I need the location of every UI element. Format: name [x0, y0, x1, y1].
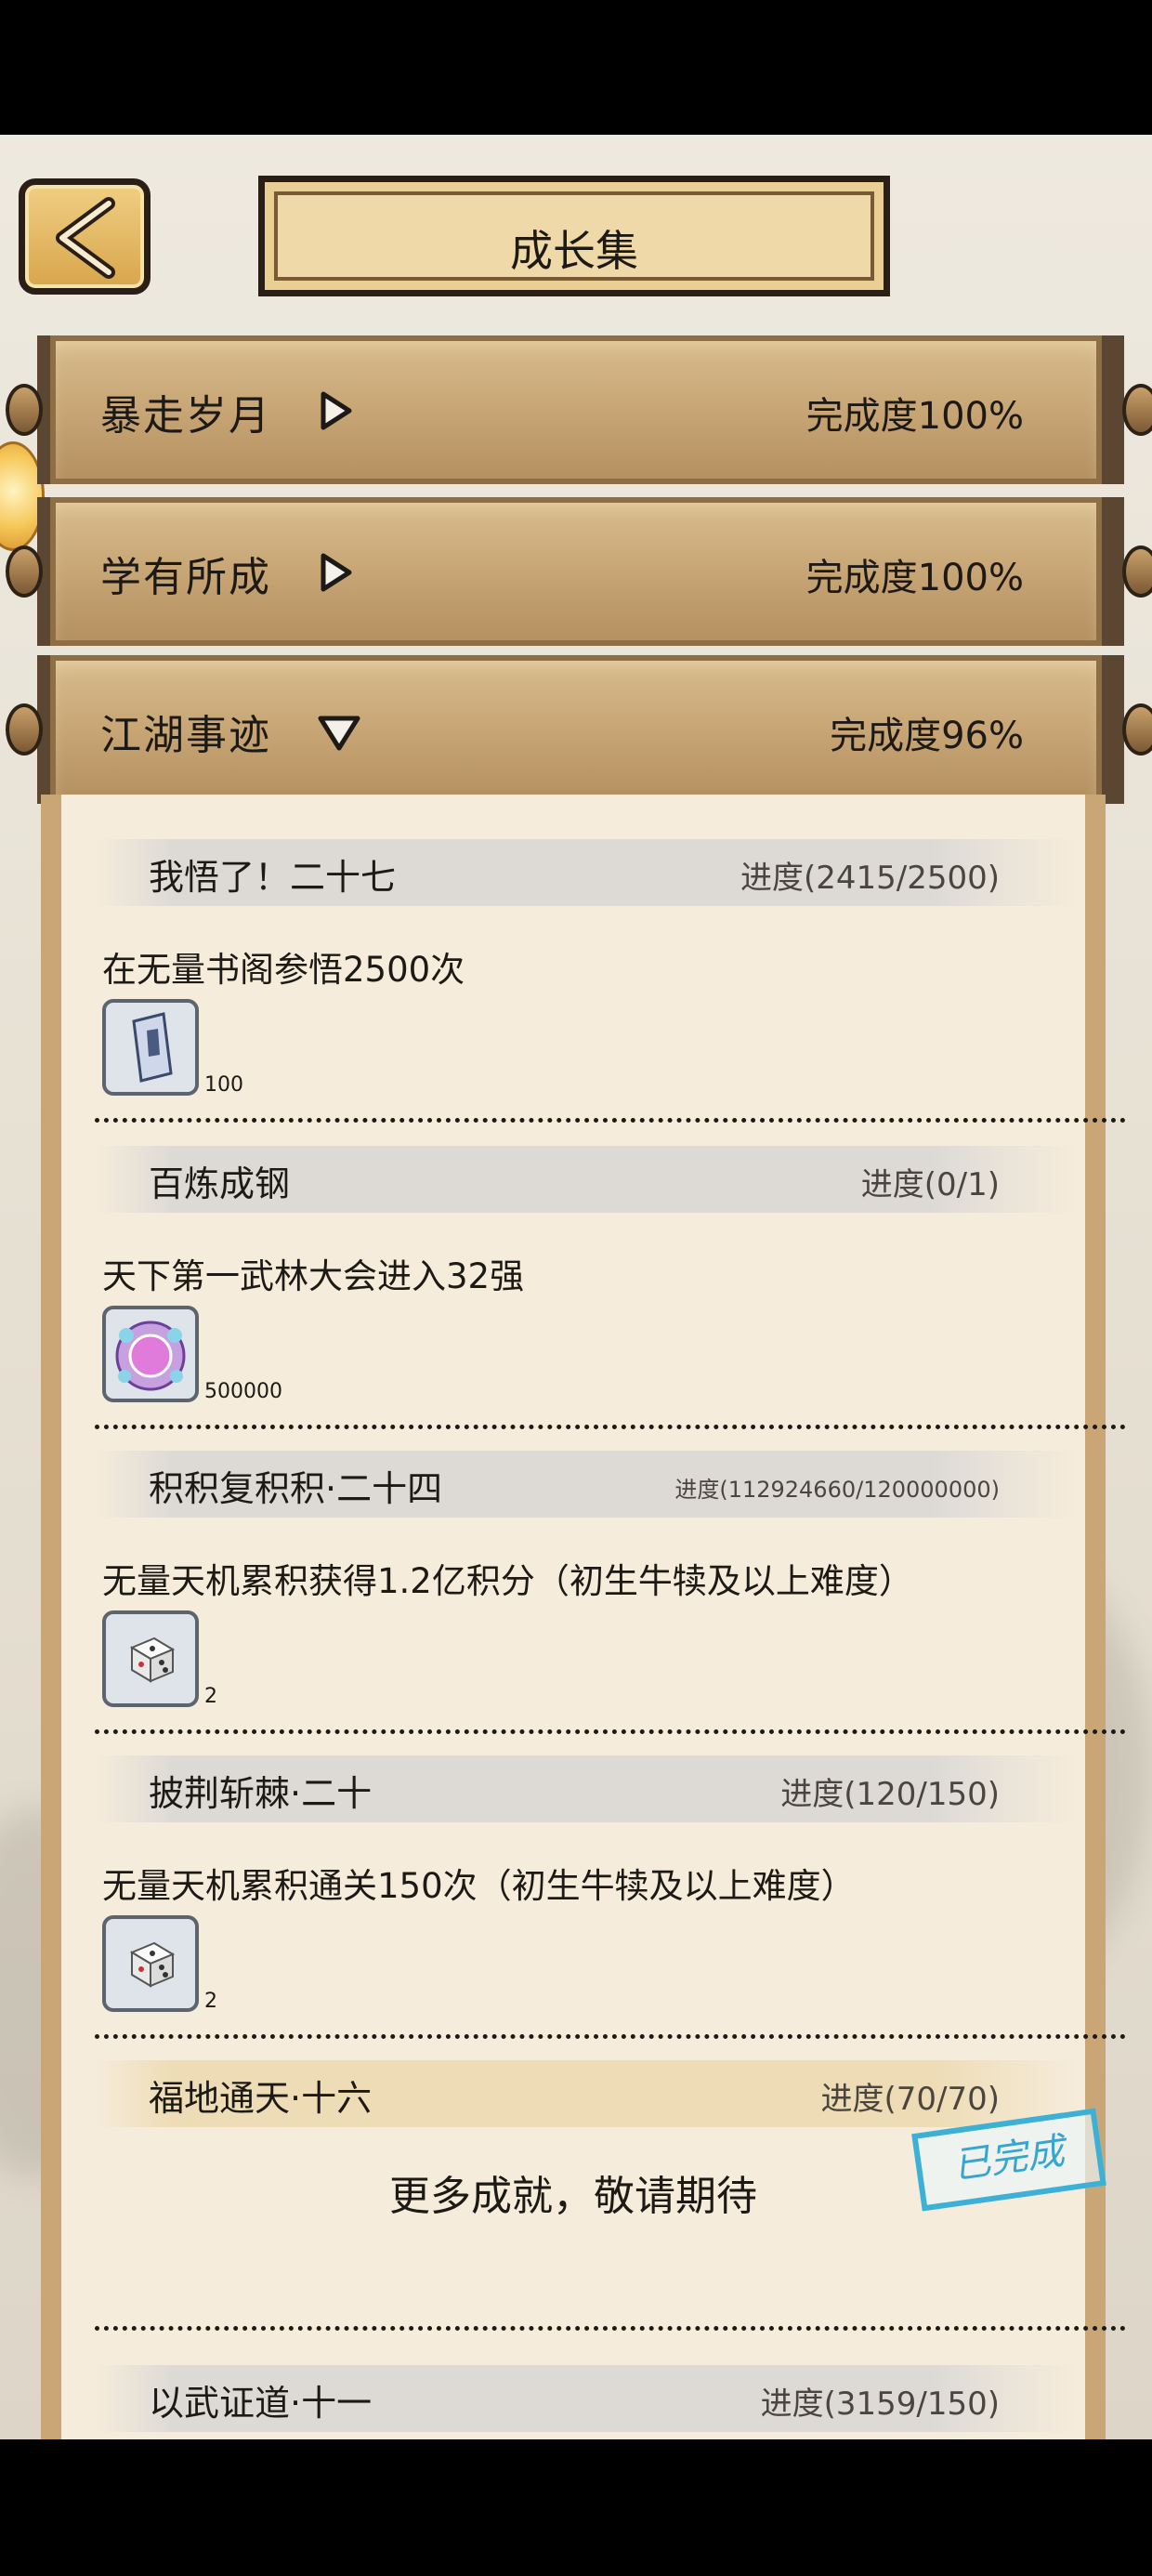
scroll-knob-right: [1122, 384, 1152, 436]
divider: [95, 1118, 1126, 1123]
title-plaque: 成长集: [258, 176, 890, 296]
achievement-progress: 进度(3159/150): [760, 2385, 1000, 2423]
achievement-description: 无量天机累积获得1.2亿积分（初生牛犊及以上难度）: [102, 1561, 913, 1601]
achievement-list[interactable]: 我悟了！二十七 进度(2415/2500) 在无量书阁参悟2500次 100 百…: [41, 795, 1126, 2439]
reward-count: 100: [204, 1073, 243, 1097]
screen: 成长集 暴走岁月 完成度100% 学有所成 完成度100% 江湖事迹 完成度96…: [0, 135, 1152, 2439]
divider: [95, 2326, 1126, 2331]
achievement-progress: 进度(0/1): [860, 1166, 1000, 1203]
back-button[interactable]: [19, 178, 151, 295]
achievement-title: 百炼成钢: [149, 1163, 291, 1204]
expand-arrow-right-icon: [321, 391, 352, 430]
divider: [95, 1729, 1126, 1734]
reward-item[interactable]: [102, 1306, 199, 1402]
divider: [95, 2034, 1126, 2039]
dice-icon: [129, 1636, 176, 1683]
divider: [95, 1425, 1126, 1429]
scroll-knob-left: [6, 545, 43, 598]
collapse-arrow-down-icon: [318, 716, 360, 751]
achievement-header: 百炼成钢 进度(0/1): [95, 1146, 1080, 1213]
scroll-token-icon: [132, 1012, 173, 1083]
achievement-header: 披荆斩棘·二十 进度(120/150): [95, 1755, 1080, 1822]
category-bar-jianghu[interactable]: 江湖事迹 完成度96%: [6, 655, 1152, 804]
achievement-title: 以武证道·十一: [149, 2383, 373, 2424]
dice-icon: [129, 1941, 176, 1988]
reward-count: 500000: [204, 1380, 282, 1403]
category-name: 学有所成: [100, 554, 271, 601]
achievement-title: 披荆斩棘·二十: [149, 1773, 373, 1814]
scroll-knob-left: [6, 384, 43, 436]
achievement-title: 积积复积积·二十四: [149, 1468, 443, 1509]
achievement-header: 我悟了！二十七 进度(2415/2500): [95, 839, 1080, 906]
category-progress: 完成度96%: [830, 715, 1024, 757]
reward-item[interactable]: [102, 1610, 199, 1707]
category-bar-baozou[interactable]: 暴走岁月 完成度100%: [6, 335, 1152, 484]
reward-item[interactable]: [102, 999, 199, 1096]
achievement-header: 福地通天·十六 进度(70/70): [95, 2060, 1080, 2127]
reward-count: 2: [204, 1990, 217, 2013]
purple-orb-icon: [115, 1321, 186, 1391]
scroll-knob-right: [1122, 703, 1152, 756]
category-bar-xueyou[interactable]: 学有所成 完成度100%: [6, 497, 1152, 646]
scroll-knob-right: [1122, 545, 1152, 598]
expand-arrow-right-icon: [321, 553, 352, 592]
scroll-knob-left: [6, 703, 43, 756]
achievement-description: 天下第一武林大会进入32强: [102, 1256, 525, 1296]
achievement-progress: 进度(112924660/120000000): [674, 1477, 1000, 1503]
reward-count: 2: [204, 1685, 217, 1708]
category-progress: 完成度100%: [805, 557, 1024, 599]
achievement-progress: 进度(2415/2500): [740, 860, 1000, 897]
achievement-description: 无量天机累积通关150次（初生牛犊及以上难度）: [102, 1866, 856, 1906]
category-name: 暴走岁月: [100, 392, 271, 440]
category-progress: 完成度100%: [805, 395, 1024, 438]
achievement-title: 我悟了！二十七: [149, 857, 397, 898]
reward-item[interactable]: [102, 1915, 199, 2012]
achievement-title: 福地通天·十六: [149, 2078, 373, 2119]
achievement-progress: 进度(120/150): [780, 1776, 1000, 1813]
back-arrow-icon: [56, 197, 115, 279]
achievement-progress: 进度(70/70): [820, 2081, 1000, 2118]
category-name: 江湖事迹: [100, 712, 271, 759]
achievement-header: 积积复积积·二十四 进度(112924660/120000000): [95, 1451, 1080, 1518]
achievement-description: 在无量书阁参悟2500次: [102, 950, 465, 990]
page-title: 成长集: [510, 226, 638, 276]
achievement-header: 以武证道·十一 进度(3159/150): [95, 2365, 1080, 2432]
